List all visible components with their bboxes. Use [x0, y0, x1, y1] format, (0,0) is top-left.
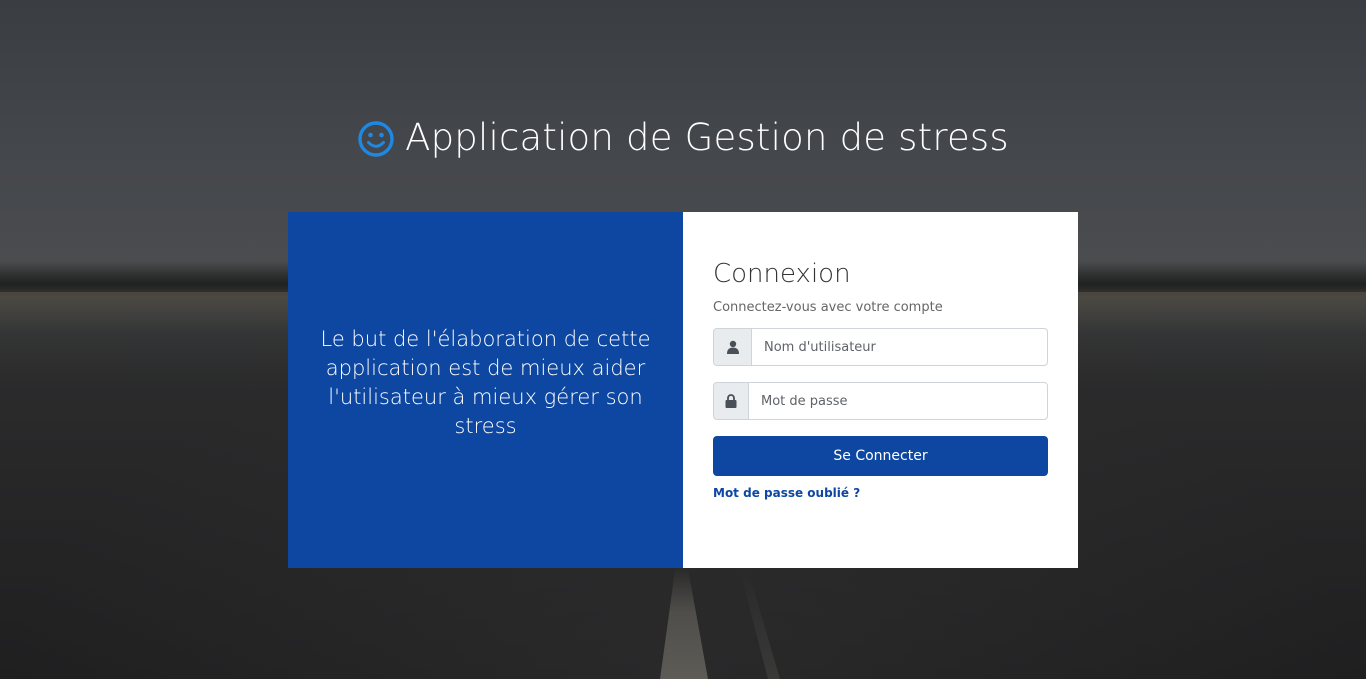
username-input[interactable]: [751, 328, 1048, 366]
page-title: Application de Gestion de stress: [0, 116, 1366, 159]
user-icon: [726, 340, 739, 354]
user-icon-addon: [713, 328, 751, 366]
app-title: Application de Gestion de stress: [405, 116, 1009, 159]
lock-icon-addon: [713, 382, 748, 420]
lock-icon: [725, 394, 737, 408]
username-group: [713, 328, 1048, 366]
login-panel: Connexion Connectez-vous avec votre comp…: [683, 212, 1078, 568]
intro-text: Le but de l'élaboration de cette applica…: [320, 327, 651, 438]
login-card: Le but de l'élaboration de cette applica…: [288, 212, 1078, 568]
login-subheading: Connectez-vous avec votre compte: [713, 300, 943, 315]
password-group: [713, 382, 1048, 420]
password-input[interactable]: [748, 382, 1048, 420]
login-button[interactable]: Se Connecter: [713, 436, 1048, 476]
login-heading: Connexion: [713, 259, 851, 289]
intro-panel: Le but de l'élaboration de cette applica…: [288, 212, 683, 568]
smile-icon: [358, 120, 394, 157]
forgot-password-link[interactable]: Mot de passe oublié ?: [713, 486, 860, 500]
